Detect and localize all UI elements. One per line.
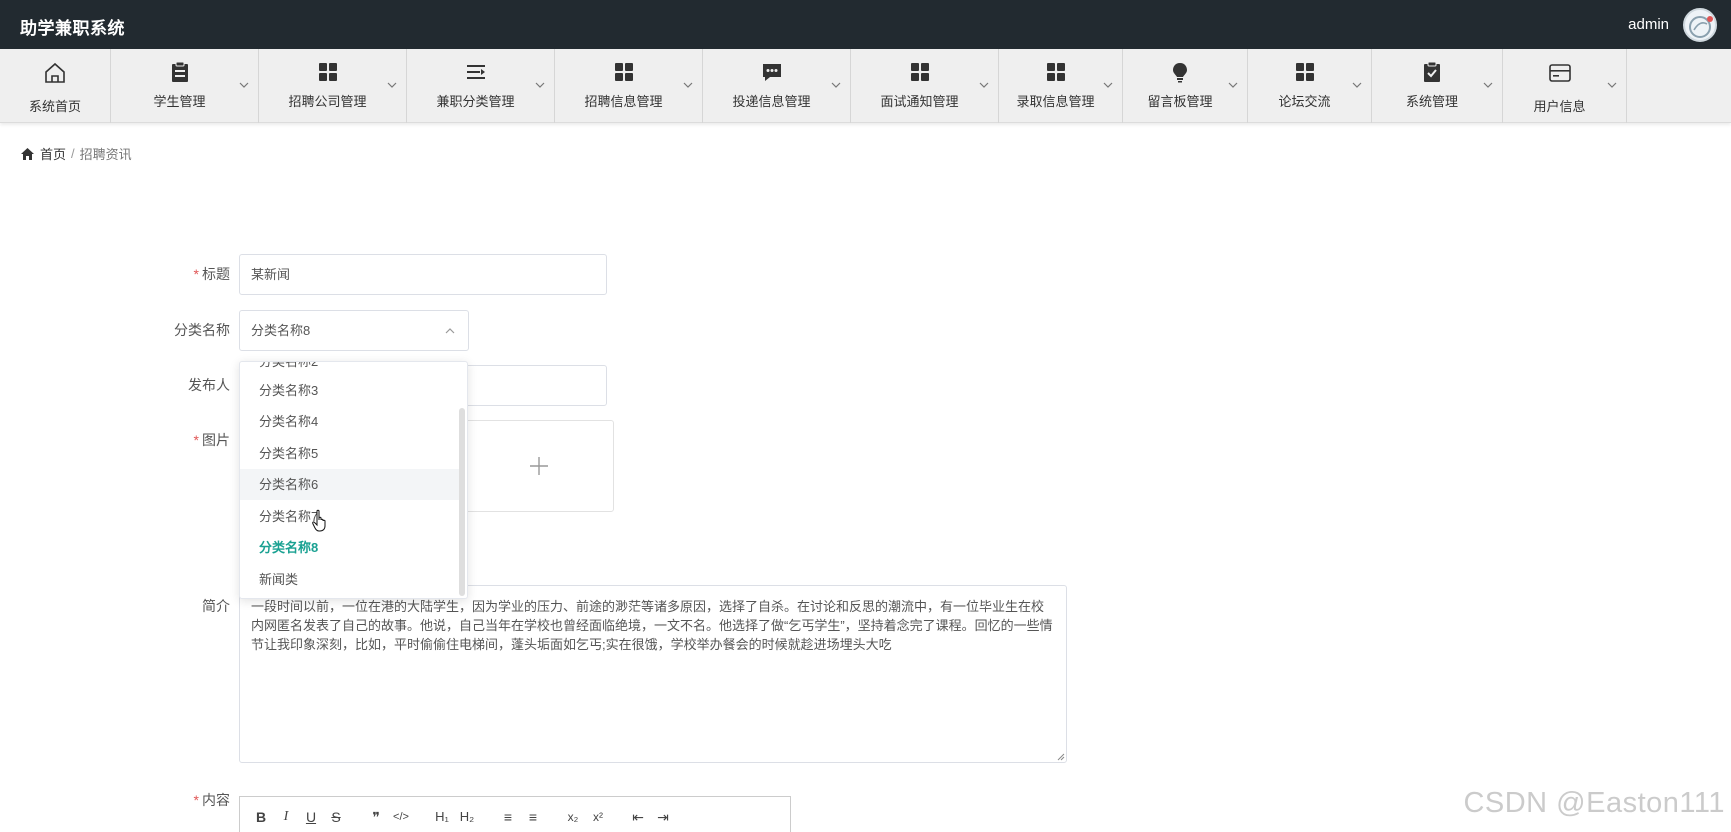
nav-item-job-categories[interactable]: 兼职分类管理 [407,49,555,123]
dropdown-option[interactable]: 新闻类 [240,564,462,595]
bullet-list-button[interactable]: ≡ [522,806,544,828]
chevron-down-icon [1483,82,1493,88]
home-icon[interactable] [20,147,35,161]
subscript-button[interactable]: x₂ [562,806,584,828]
chevron-up-icon [445,328,455,334]
nav-item-job-info[interactable]: 招聘信息管理 [555,49,703,123]
breadcrumb-home[interactable]: 首页 [40,144,66,163]
avatar[interactable] [1683,8,1717,42]
main-nav: 系统首页 学生管理 招聘公司管理 兼职分类管理 招聘信息管理 投递信息管理 面试… [0,49,1731,123]
indent-button[interactable]: ⇥ [652,806,674,828]
underline-button[interactable]: U [300,806,322,828]
category-select-value: 分类名称8 [251,323,311,338]
ordered-list-button[interactable]: ≡ [497,806,519,828]
breadcrumb-current: 招聘资讯 [79,147,132,162]
chevron-down-icon [683,82,693,88]
dropdown-option[interactable]: 分类名称3 [240,375,462,406]
content-label: * 内容 [193,792,230,808]
category-dropdown[interactable]: 分类名称2 分类名称3 分类名称4 分类名称5 分类名称6 分类名称7 分类名称… [239,361,468,599]
dropdown-option[interactable]: 分类名称4 [240,406,462,437]
intro-textarea[interactable]: 一段时间以前，一位在港的大陆学生，因为学业的压力、前途的渺茫等诸多原因，选择了自… [239,585,1067,763]
code-button[interactable]: </> [390,806,412,828]
blockquote-button[interactable]: ❞ [365,806,387,828]
avatar-icon [1689,16,1713,38]
intro-label: 简介 [202,598,230,614]
nav-item-home[interactable]: 系统首页 [0,49,111,123]
chevron-down-icon [1607,82,1617,88]
title-input[interactable]: 某新闻 [239,254,607,295]
nav-item-admissions[interactable]: 录取信息管理 [999,49,1123,123]
watermark: CSDN @Easton111 [1463,787,1725,819]
intro-text: 一段时间以前，一位在港的大陆学生，因为学业的压力、前途的渺茫等诸多原因，选择了自… [251,599,1053,652]
nav-label: 兼职分类管理 [436,94,515,109]
nav-item-companies[interactable]: 招聘公司管理 [259,49,407,123]
nav-item-applications[interactable]: 投递信息管理 [703,49,851,123]
clipboard-icon [111,61,258,85]
nav-label: 面试通知管理 [880,94,959,109]
top-header: 助学兼职系统 admin [0,0,1731,49]
rich-text-editor[interactable]: B I U S ❞ </> H₁ H₂ ≡ ≡ x₂ x² ⇤ ⇥ [239,796,791,832]
dropdown-option-selected[interactable]: 分类名称8 [240,532,462,563]
breadcrumb: 首页 / 招聘资讯 [20,144,132,163]
nav-item-forum[interactable]: 论坛交流 [1248,49,1372,123]
chevron-down-icon [979,82,989,88]
h2-button[interactable]: H₂ [456,806,478,828]
italic-button[interactable]: I [275,806,297,828]
category-select[interactable]: 分类名称8 [239,310,469,351]
chevron-down-icon [1103,82,1113,88]
plus-icon [530,457,548,475]
nav-label: 投递信息管理 [732,94,811,109]
grid-icon [555,61,702,85]
superscript-button[interactable]: x² [587,806,609,828]
outdent-button[interactable]: ⇤ [627,806,649,828]
nav-label: 用户信息 [1533,99,1586,114]
home-icon [0,61,110,85]
bold-button[interactable]: B [250,806,272,828]
nav-label: 录取信息管理 [1016,94,1095,109]
category-label: 分类名称 [174,322,230,338]
breadcrumb-separator: / [71,146,75,161]
chevron-down-icon [239,82,249,88]
nav-label: 系统管理 [1405,94,1458,109]
nav-label: 招聘信息管理 [584,94,663,109]
strike-button[interactable]: S [325,806,347,828]
chevron-down-icon [831,82,841,88]
nav-label: 留言板管理 [1147,94,1213,109]
h1-button[interactable]: H₁ [431,806,453,828]
chevron-down-icon [387,82,397,88]
dropdown-scrollbar[interactable] [459,408,465,596]
nav-label: 学生管理 [153,94,206,109]
message-icon [703,61,850,85]
grid-icon [259,61,406,85]
resize-handle-icon[interactable] [1057,753,1065,761]
nav-label: 系统首页 [28,99,81,114]
nav-item-students[interactable]: 学生管理 [111,49,259,123]
list-icon [407,61,554,85]
app-title: 助学兼职系统 [20,19,125,38]
hand-cursor-icon [312,509,326,532]
dropdown-option[interactable]: 分类名称7 [240,501,462,532]
nav-item-interviews[interactable]: 面试通知管理 [851,49,999,123]
dropdown-option-hovered[interactable]: 分类名称6 [240,469,462,500]
grid-icon [851,61,998,85]
title-label: * 标题 [193,266,230,282]
nav-label: 招聘公司管理 [288,94,367,109]
nav-item-user-info[interactable]: 用户信息 [1503,49,1627,123]
username[interactable]: admin [1628,16,1669,33]
nav-item-system[interactable]: 系统管理 [1372,49,1503,123]
chevron-down-icon [535,82,545,88]
nav-item-message-board[interactable]: 留言板管理 [1123,49,1248,123]
dropdown-option[interactable]: 分类名称5 [240,438,462,469]
nav-label: 论坛交流 [1278,94,1331,109]
image-label: * 图片 [193,432,230,448]
publisher-label: 发布人 [188,377,230,393]
chevron-down-icon [1352,82,1362,88]
image-upload[interactable] [463,420,614,512]
chevron-down-icon [1228,82,1238,88]
